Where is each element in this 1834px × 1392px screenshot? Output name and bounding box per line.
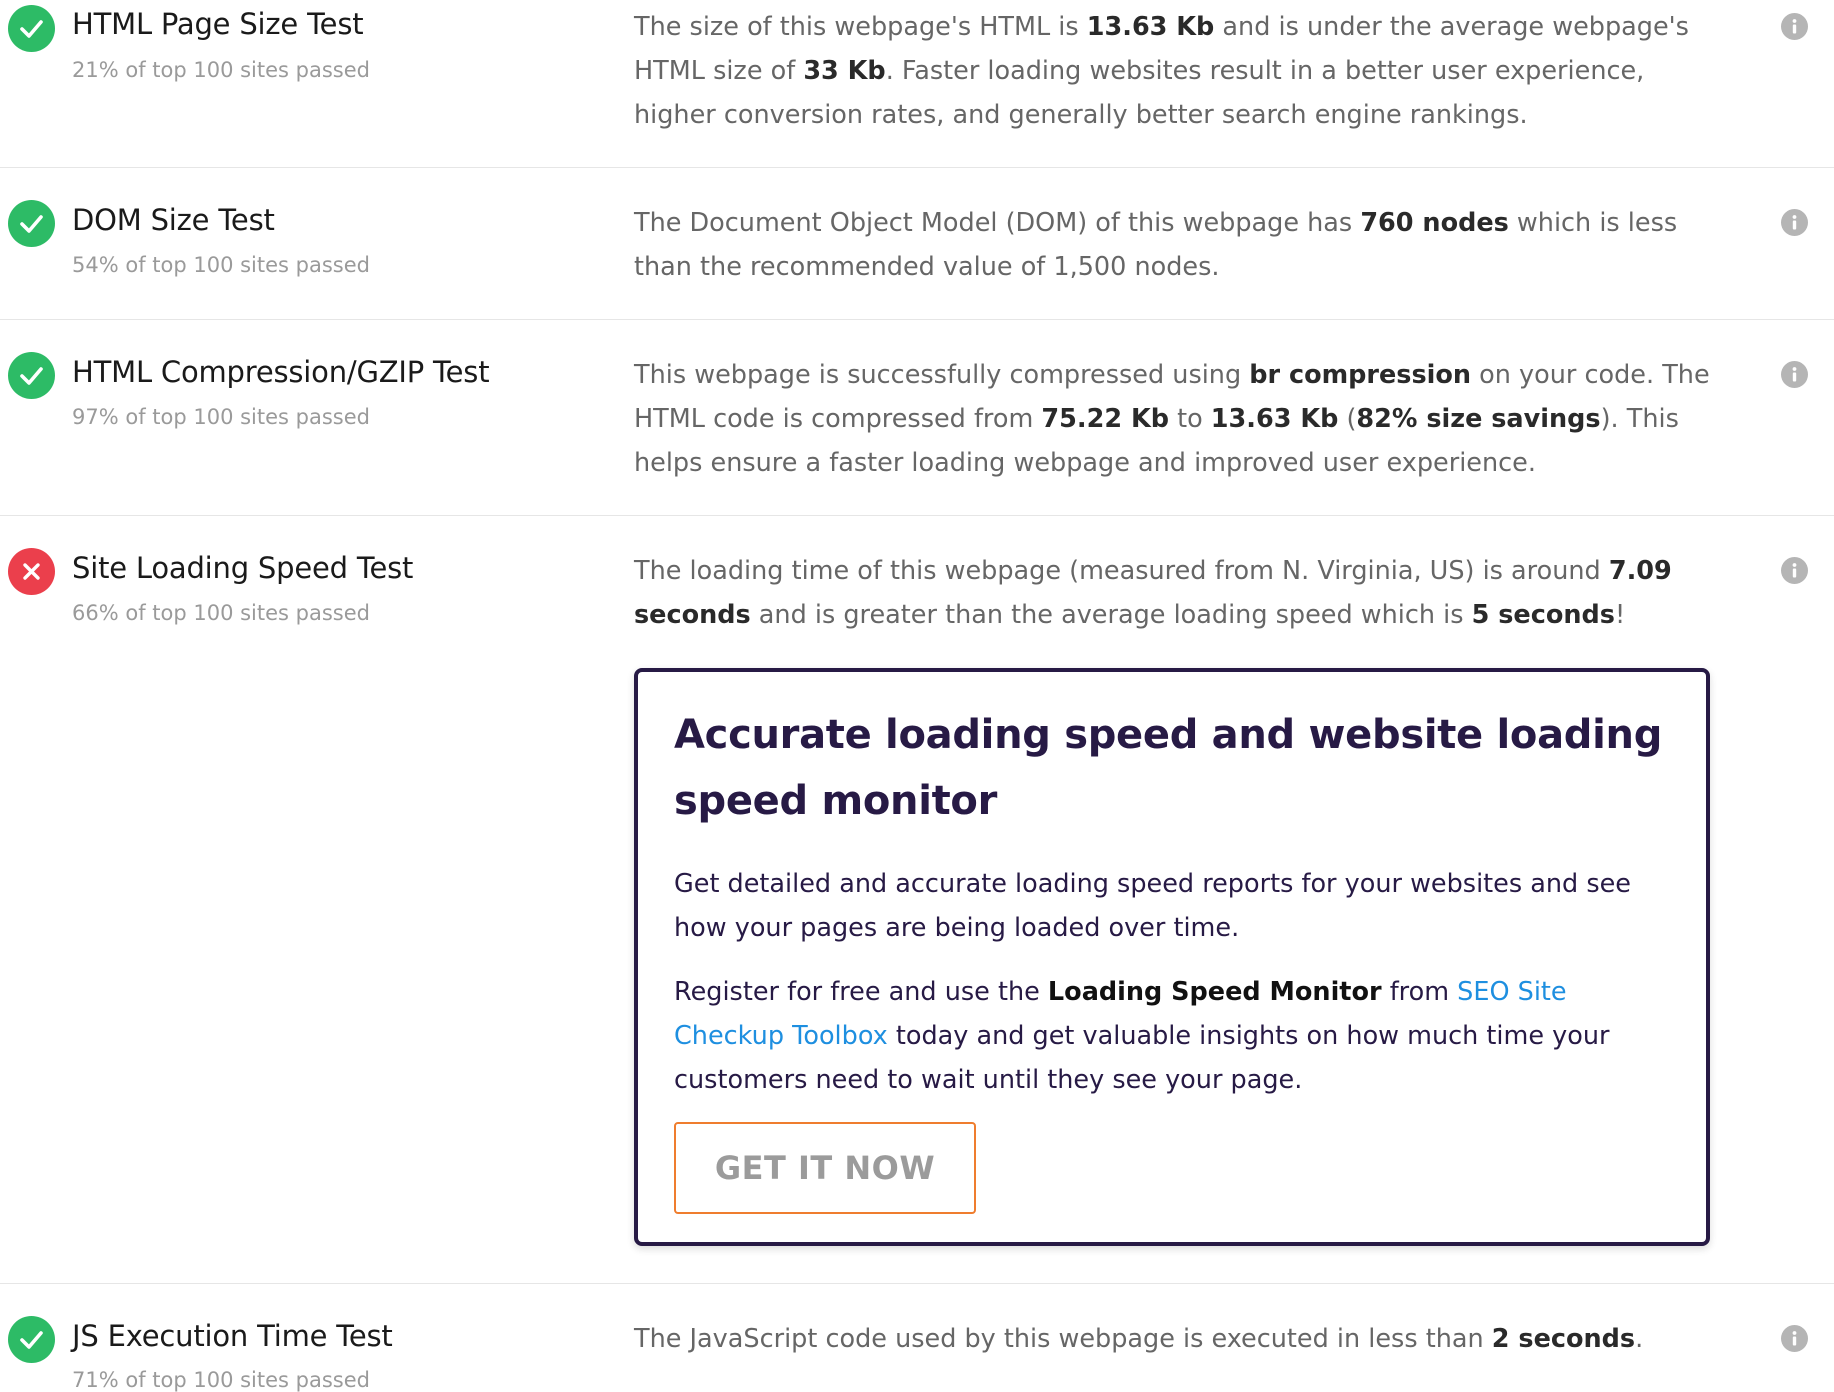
test-stat: 54% of top 100 sites passed [72,253,370,277]
promo-product-name: Loading Speed Monitor [1047,977,1382,1007]
promo-text: from [1381,977,1458,1007]
test-description: This webpage is successfully compressed … [634,353,1724,485]
test-description: The Document Object Model (DOM) of this … [634,201,1724,289]
promo-description: Get detailed and accurate loading speed … [674,869,1631,943]
desc-value: 760 nodes [1360,208,1509,238]
desc-value: 82% size savings [1356,404,1601,434]
promo-title: Accurate loading speed and website loadi… [674,712,1663,824]
test-title: HTML Compression/GZIP Test [72,355,490,389]
row-divider [0,515,1834,516]
test-title: Site Loading Speed Test [72,551,414,585]
desc-value: 2 seconds [1491,1324,1636,1354]
info-icon[interactable] [1781,13,1808,40]
test-description: The JavaScript code used by this webpage… [634,1317,1724,1361]
desc-value: 13.63 Kb [1210,404,1339,434]
pass-check-icon [8,200,55,247]
info-icon[interactable] [1781,1325,1808,1352]
promo-text: Register for free and use the [674,977,1048,1007]
pass-check-icon [8,5,55,52]
desc-text: This webpage is successfully compressed … [634,360,1250,390]
desc-value: 75.22 Kb [1041,404,1169,434]
row-divider [0,319,1834,320]
desc-text: ! [1614,600,1626,630]
pass-check-icon [8,1316,55,1363]
desc-text: ( [1338,404,1357,434]
get-it-now-button[interactable]: GET IT NOW [674,1122,976,1214]
desc-text: The JavaScript code used by this webpage… [634,1324,1492,1354]
info-icon[interactable] [1781,209,1808,236]
desc-value: 5 seconds [1471,600,1615,630]
loading-speed-monitor-promo: Accurate loading speed and website loadi… [634,668,1710,1246]
test-description: The loading time of this webpage (measur… [634,549,1724,637]
desc-value: 33 Kb [803,56,886,86]
desc-text: The Document Object Model (DOM) of this … [634,208,1361,238]
desc-text: and is greater than the average loading … [750,600,1472,630]
test-stat: 21% of top 100 sites passed [72,58,370,82]
row-divider [0,167,1834,168]
pass-check-icon [8,352,55,399]
test-stat: 66% of top 100 sites passed [72,601,370,625]
test-title: HTML Page Size Test [72,7,364,41]
test-stat: 97% of top 100 sites passed [72,405,370,429]
info-icon[interactable] [1781,557,1808,584]
seo-report-page: HTML Page Size Test 21% of top 100 sites… [0,0,1834,1392]
desc-text: to [1168,404,1211,434]
desc-text: The size of this webpage's HTML is [634,12,1087,42]
test-title: DOM Size Test [72,203,275,237]
promo-register-text: Register for free and use the Loading Sp… [674,970,1684,1102]
desc-text: The loading time of this webpage (measur… [634,556,1609,586]
row-divider [0,1283,1834,1284]
test-description: The size of this webpage's HTML is 13.63… [634,5,1724,137]
desc-text: . [1635,1324,1644,1354]
fail-cross-icon [8,548,55,595]
desc-value: 13.63 Kb [1086,12,1215,42]
desc-value: br compression [1249,360,1472,390]
test-title: JS Execution Time Test [72,1319,393,1353]
test-stat: 71% of top 100 sites passed [72,1368,370,1392]
info-icon[interactable] [1781,361,1808,388]
